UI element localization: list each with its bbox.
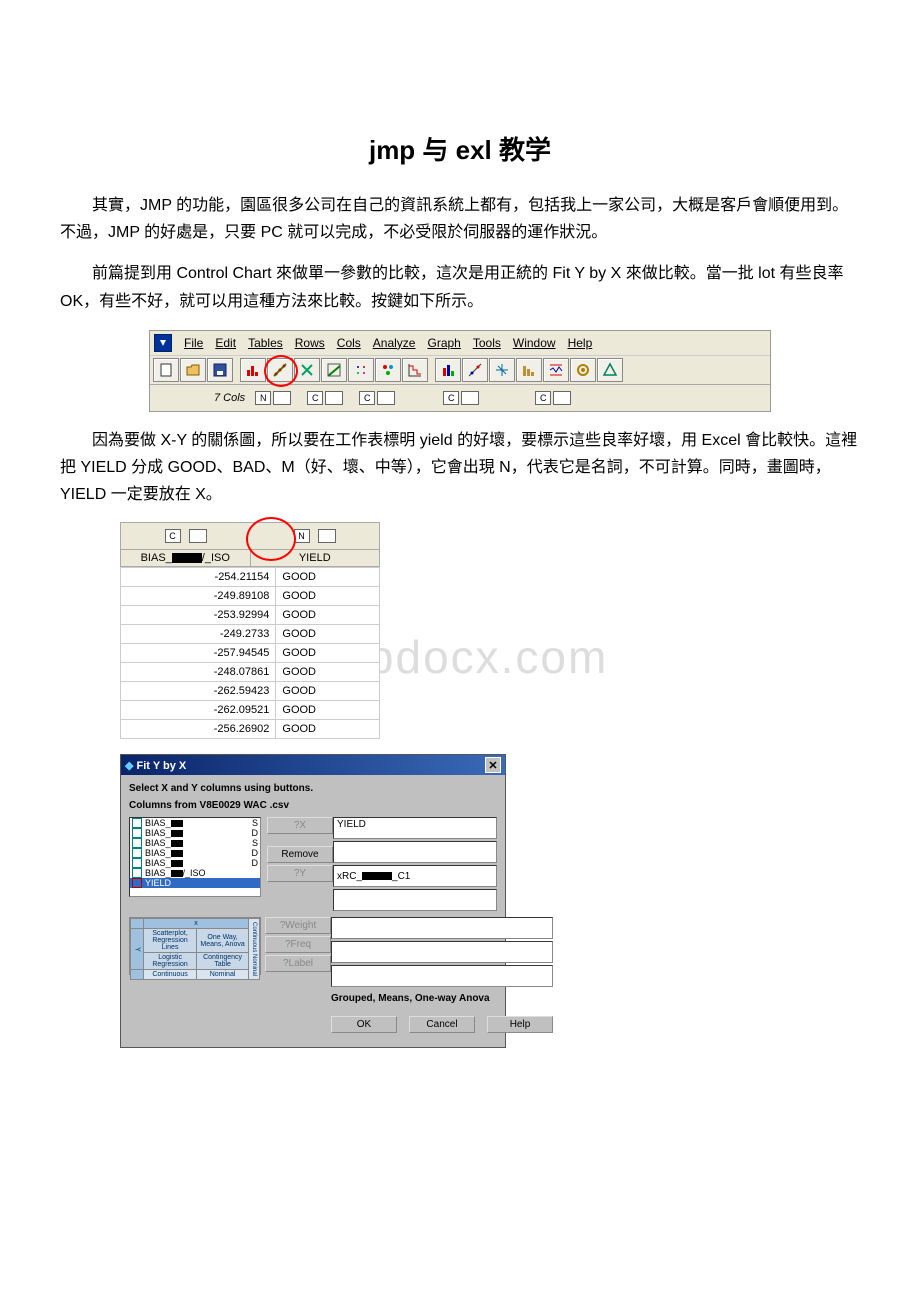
survival-icon[interactable] xyxy=(402,358,428,382)
col-box xyxy=(461,391,479,405)
empty-drop[interactable] xyxy=(333,841,497,863)
menu-cols[interactable]: Cols xyxy=(337,336,361,350)
dialog-title: Fit Y by X xyxy=(137,760,187,772)
ok-button[interactable]: OK xyxy=(331,1016,397,1033)
toolbar-screenshot: File Edit Tables Rows Cols Analyze Graph… xyxy=(149,330,771,412)
fit-model-icon[interactable] xyxy=(321,358,347,382)
type-n: N xyxy=(255,391,271,405)
save-icon[interactable] xyxy=(207,358,233,382)
weight-drop[interactable] xyxy=(331,917,553,939)
paragraph-1: 其實，JMP 的功能，園區很多公司在自己的資訊系統上都有，包括我上一家公司，大概… xyxy=(60,192,860,246)
menu-edit[interactable]: Edit xyxy=(215,336,236,350)
menu-help[interactable]: Help xyxy=(568,336,593,350)
table-row: -262.09521GOOD xyxy=(121,701,380,720)
table-row: -249.89108GOOD xyxy=(121,587,380,606)
table-row: -249.2733GOOD xyxy=(121,625,380,644)
overlay-plot-icon[interactable] xyxy=(462,358,488,382)
dialog-titlebar: ◆ Fit Y by X ✕ xyxy=(121,755,505,775)
cluster-icon[interactable] xyxy=(375,358,401,382)
close-icon[interactable]: ✕ xyxy=(485,757,501,773)
fit-y-by-x-dialog: ◆ Fit Y by X ✕ Select X and Y columns us… xyxy=(120,754,506,1048)
control-chart-icon[interactable] xyxy=(543,358,569,382)
bar-chart-icon[interactable] xyxy=(435,358,461,382)
data-table: -254.21154GOOD -249.89108GOOD -253.92994… xyxy=(120,567,380,739)
ternary-icon[interactable] xyxy=(597,358,623,382)
dialog-instruction-2: Columns from V8E0029 WAC .csv xyxy=(129,800,497,811)
col-box xyxy=(318,529,336,543)
type-c: C xyxy=(535,391,551,405)
redacted-text xyxy=(172,553,202,563)
data-table-screenshot: C N BIAS_/_ISO YIELD -254.21154GOOD -249… xyxy=(120,522,380,739)
app-icon xyxy=(154,334,172,352)
menu-rows[interactable]: Rows xyxy=(295,336,325,350)
col-box xyxy=(325,391,343,405)
pareto-icon[interactable] xyxy=(516,358,542,382)
menu-file[interactable]: File xyxy=(184,336,203,350)
multivariate-icon[interactable] xyxy=(348,358,374,382)
col-box xyxy=(377,391,395,405)
menu-bar: File Edit Tables Rows Cols Analyze Graph… xyxy=(150,331,770,356)
preview-matrix: xContinuous Nominal YScatterplot, Regres… xyxy=(129,917,261,975)
icon-bar xyxy=(150,356,770,385)
cols-summary-bar: 7 Cols N C C C C xyxy=(150,385,770,411)
type-c: C xyxy=(307,391,323,405)
page-title: jmp 与 exl 教学 xyxy=(60,130,860,167)
cancel-button[interactable]: Cancel xyxy=(409,1016,475,1033)
col-box xyxy=(273,391,291,405)
x-drop-area[interactable]: xRC__C1 xyxy=(333,865,497,887)
freq-button[interactable]: ?Freq xyxy=(265,936,331,953)
help-button[interactable]: Help xyxy=(487,1016,553,1033)
table-row: -262.59423GOOD xyxy=(121,682,380,701)
fit-y-by-x-icon[interactable] xyxy=(267,358,293,382)
type-c-box: C xyxy=(165,529,181,543)
y-button[interactable]: ?Y xyxy=(267,865,333,882)
type-n-box: N xyxy=(294,529,310,543)
cols-count: 7 Cols xyxy=(214,392,245,404)
label-drop[interactable] xyxy=(331,965,553,987)
table-row: -253.92994GOOD xyxy=(121,606,380,625)
variability-chart-icon[interactable] xyxy=(570,358,596,382)
x-button[interactable]: ?X xyxy=(267,817,333,834)
label-button[interactable]: ?Label xyxy=(265,955,331,972)
matched-pairs-icon[interactable] xyxy=(294,358,320,382)
table-row: -248.07861GOOD xyxy=(121,663,380,682)
table-row: -254.21154GOOD xyxy=(121,568,380,587)
menu-graph[interactable]: Graph xyxy=(427,336,460,350)
type-c: C xyxy=(443,391,459,405)
menu-window[interactable]: Window xyxy=(513,336,556,350)
grouped-text: Grouped, Means, One-way Anova xyxy=(331,993,553,1004)
freq-drop[interactable] xyxy=(331,941,553,963)
diamond-icon: ◆ xyxy=(125,760,133,772)
dialog-instruction-1: Select X and Y columns using buttons. xyxy=(129,783,497,794)
table-row: -256.26902GOOD xyxy=(121,720,380,739)
columns-list[interactable]: BIAS_S BIAS_D BIAS_S BIAS_D BIAS_D BIAS_… xyxy=(129,817,261,897)
menu-analyze[interactable]: Analyze xyxy=(373,336,416,350)
menu-tables[interactable]: Tables xyxy=(248,336,283,350)
paragraph-3: 因為要做 X-Y 的關係圖，所以要在工作表標明 yield 的好壞，要標示這些良… xyxy=(60,427,860,509)
col-box xyxy=(553,391,571,405)
open-icon[interactable] xyxy=(180,358,206,382)
spinning-plot-icon[interactable] xyxy=(489,358,515,382)
weight-button[interactable]: ?Weight xyxy=(265,917,331,934)
distribution-icon[interactable] xyxy=(240,358,266,382)
col-header-bias[interactable]: BIAS_/_ISO xyxy=(121,550,251,567)
empty-drop-2[interactable] xyxy=(333,889,497,911)
menu-tools[interactable]: Tools xyxy=(473,336,501,350)
table-row: -257.94545GOOD xyxy=(121,644,380,663)
remove-button[interactable]: Remove xyxy=(267,846,333,863)
new-icon[interactable] xyxy=(153,358,179,382)
col-header-yield[interactable]: YIELD xyxy=(251,550,380,567)
col-box xyxy=(189,529,207,543)
y-drop-area[interactable]: YIELD xyxy=(333,817,497,839)
paragraph-2: 前篇提到用 Control Chart 來做單一參數的比較，這次是用正統的 Fi… xyxy=(60,260,860,314)
type-c: C xyxy=(359,391,375,405)
